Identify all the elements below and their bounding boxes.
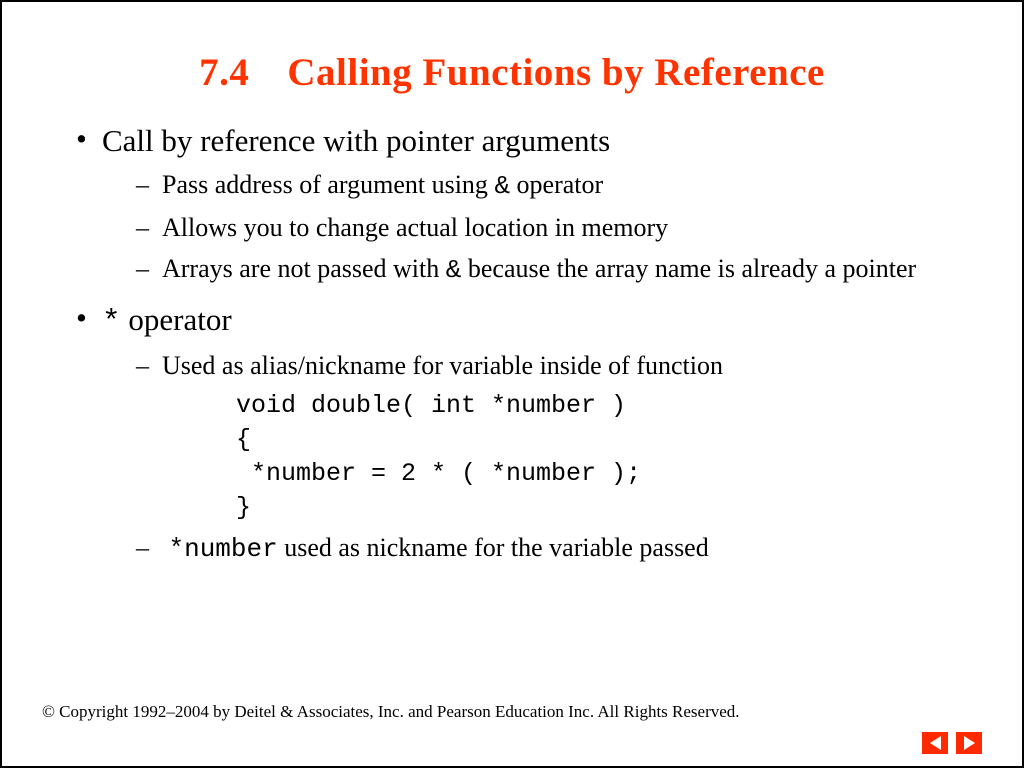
slide: 7.4 Calling Functions by Reference Call b… (0, 0, 1024, 768)
bullet-2-sub-1: Used as alias/nickname for variable insi… (136, 348, 982, 383)
bullet-2-sub-2: *number used as nickname for the variabl… (136, 530, 982, 567)
bullet-1-sub-3: Arrays are not passed with & because the… (136, 251, 982, 288)
title-text: Calling Functions by Reference (287, 51, 825, 94)
code-inline: *number (169, 534, 278, 564)
amp-operator: & (494, 171, 510, 201)
bullet-2: * operator Used as alias/nickname for va… (76, 302, 982, 567)
arrow-right-icon (964, 736, 975, 750)
bullet-1: Call by reference with pointer arguments… (76, 123, 982, 288)
title-number: 7.4 (199, 51, 249, 94)
bullet-list: Call by reference with pointer arguments… (76, 123, 982, 567)
arrow-left-icon (930, 736, 941, 750)
nav-controls (922, 732, 982, 754)
bullet-1-text: Call by reference with pointer arguments (102, 123, 610, 158)
slide-title: 7.4 Calling Functions by Reference (42, 50, 982, 95)
star-operator: * (102, 305, 121, 340)
bullet-1-sublist: Pass address of argument using & operato… (136, 167, 982, 288)
prev-button[interactable] (922, 732, 948, 754)
bullet-1-sub-2: Allows you to change actual location in … (136, 210, 982, 245)
bullet-2-text: operator (121, 302, 232, 337)
copyright-footer: © Copyright 1992–2004 by Deitel & Associ… (42, 702, 740, 722)
code-block: void double( int *number ) { *number = 2… (236, 389, 982, 524)
amp-operator: & (446, 255, 462, 285)
bullet-1-sub-1: Pass address of argument using & operato… (136, 167, 982, 204)
next-button[interactable] (956, 732, 982, 754)
bullet-2-sublist: Used as alias/nickname for variable insi… (136, 348, 982, 567)
